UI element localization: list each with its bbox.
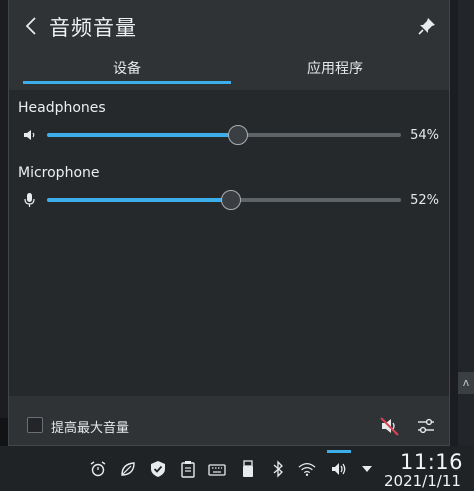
device-microphone: Microphone 52% [9,165,449,225]
speaker-icon[interactable] [22,127,38,143]
volume-percent: 52% [410,193,439,208]
volume-icon[interactable] [330,460,348,478]
pin-button[interactable] [415,14,439,38]
clock-date[interactable]: 2021/1/11 [384,472,461,490]
tab-applications[interactable]: 应用程序 [231,56,439,86]
desktop-background: ʌ [458,0,474,446]
active-tray-indicator [327,450,351,453]
headphones-volume-slider[interactable] [47,125,401,145]
mute-button[interactable] [379,415,401,437]
desktop-background-corner [0,418,8,446]
volume-percent: 54% [410,128,439,143]
slider-fill [47,133,239,137]
slider-fill [47,198,232,202]
microphone-icon[interactable] [22,192,38,208]
audio-volume-popup: 音频音量 设备 应用程序 Headphones 54% Microphone 5… [8,0,450,446]
back-button[interactable] [19,12,43,40]
popup-title: 音频音量 [49,16,137,40]
shield-check-icon[interactable] [149,460,167,478]
popup-header: 音频音量 [9,0,449,54]
leaf-icon[interactable] [119,460,137,478]
speaker-muted-icon [380,417,399,436]
tab-devices[interactable]: 设备 [23,56,231,86]
keyboard-icon[interactable] [208,460,226,478]
sliders-config-icon [418,418,434,434]
tab-bar: 设备 应用程序 [23,56,439,86]
chevron-left-icon [25,17,36,35]
audio-settings-button[interactable] [415,415,437,437]
device-name: Microphone [18,165,100,181]
usb-drive-icon[interactable] [239,460,257,478]
popup-footer: 提高最大音量 [9,406,449,446]
raise-max-volume-checkbox[interactable] [27,417,43,433]
device-headphones: Headphones 54% [9,100,449,160]
taskbar: 11:16 2021/1/11 [0,446,474,491]
alarm-icon[interactable] [89,460,107,478]
slider-handle[interactable] [221,190,242,210]
wifi-icon[interactable] [298,460,316,478]
device-list: Headphones 54% Microphone 52% [9,90,449,396]
clipboard-icon[interactable] [179,460,197,478]
raise-max-volume-label[interactable]: 提高最大音量 [51,417,129,436]
desktop-scroll-hint-icon: ʌ [458,372,474,394]
expand-arrow-icon[interactable] [358,460,376,478]
device-name: Headphones [18,100,106,116]
clock-time[interactable]: 11:16 [400,450,463,474]
bluetooth-icon[interactable] [269,460,287,478]
slider-handle[interactable] [228,125,249,145]
pin-icon [418,18,435,35]
microphone-volume-slider[interactable] [47,190,401,210]
